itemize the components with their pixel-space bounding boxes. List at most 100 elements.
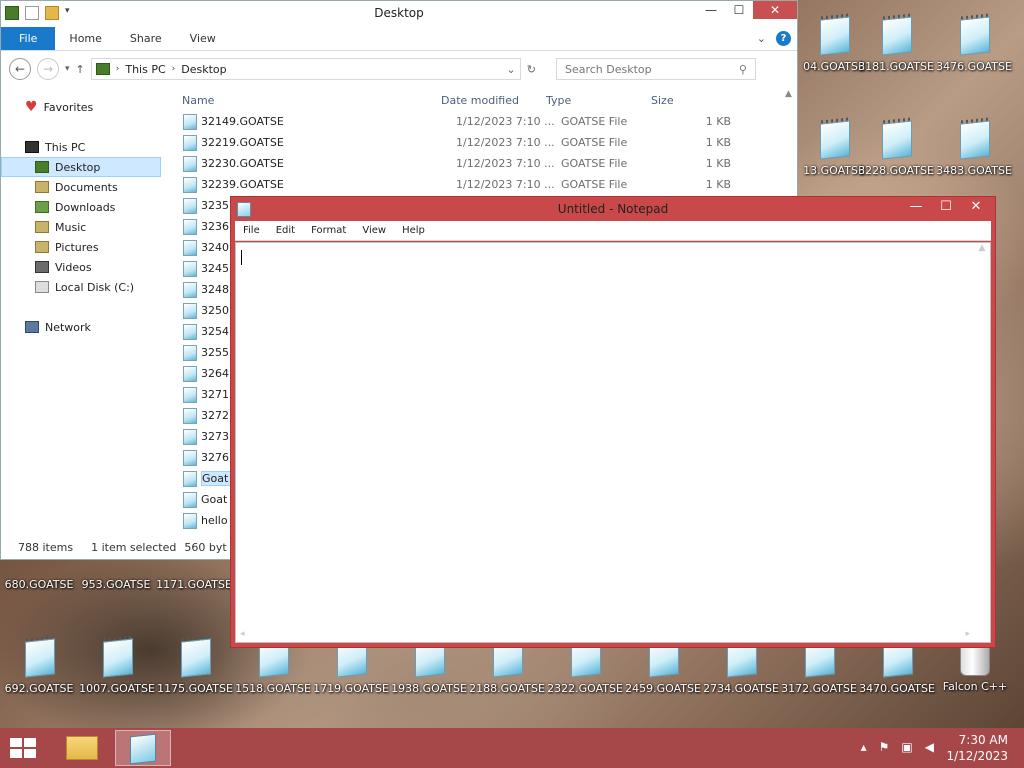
desktop-icon[interactable]: 3181.GOATSE [857, 8, 935, 86]
desktop-icon[interactable]: 3483.GOATSE [935, 112, 1013, 190]
up-arrow-icon[interactable]: ↑ [76, 63, 85, 76]
show-hidden-icons-icon[interactable]: ▴ [861, 740, 867, 754]
nav-local-disk[interactable]: Local Disk (C:) [1, 277, 171, 297]
breadcrumb-this-pc[interactable]: This PC [125, 63, 165, 76]
scroll-up-icon[interactable]: ▲ [974, 243, 990, 253]
clock[interactable]: 7:30 AM 1/12/2023 [946, 732, 1008, 764]
refresh-icon[interactable]: ↻ [527, 63, 536, 76]
column-date-modified[interactable]: Date modified [438, 94, 543, 107]
notepad-close-button[interactable]: ✕ [961, 199, 991, 214]
tab-view[interactable]: View [176, 27, 230, 50]
scroll-up-icon[interactable]: ▲ [785, 89, 792, 99]
volume-icon[interactable]: ◀ [925, 740, 934, 754]
notepad-horizontal-scrollbar[interactable]: ◂ ▸ [236, 626, 974, 642]
nav-this-pc[interactable]: This PC [1, 137, 171, 157]
nav-documents[interactable]: Documents [1, 177, 171, 197]
desktop-icon-label: 1175.GOATSE [157, 682, 233, 695]
taskbar-file-explorer[interactable] [54, 730, 110, 766]
start-button[interactable] [10, 738, 40, 760]
column-name[interactable]: Name [179, 94, 438, 107]
file-size: 1 KB [705, 178, 731, 191]
nav-pictures[interactable]: Pictures [1, 237, 171, 257]
file-row[interactable]: 32149.GOATSE 1/12/2023 7:10 ... GOATSE Fil… [179, 111, 797, 132]
notepad-titlebar[interactable]: Untitled - Notepad — ☐ ✕ [231, 197, 995, 221]
file-icon [183, 260, 197, 277]
desktop-icon[interactable]: 692.GOATSE [0, 630, 78, 708]
desktop-icon-label: 1938.GOATSE [391, 682, 467, 695]
menu-file[interactable]: File [235, 225, 268, 236]
scroll-left-icon[interactable]: ◂ [240, 629, 245, 639]
notepad-file-icon [954, 12, 994, 56]
tab-home[interactable]: Home [55, 27, 115, 50]
file-row[interactable]: 32239.GOATSE 1/12/2023 7:10 ... GOATSE Fil… [179, 174, 797, 195]
desktop-icon[interactable]: 3476.GOATSE [935, 8, 1013, 86]
menu-view[interactable]: View [354, 225, 394, 236]
column-type[interactable]: Type [543, 94, 648, 107]
minimize-button[interactable]: — [697, 1, 725, 19]
file-row[interactable]: 32230.GOATSE 1/12/2023 7:10 ... GOATSE Fil… [179, 153, 797, 174]
menu-edit[interactable]: Edit [268, 225, 303, 236]
notepad-window[interactable]: Untitled - Notepad — ☐ ✕ File Edit Forma… [230, 196, 996, 648]
desktop-icon-label: 1719.GOATSE [313, 682, 389, 695]
file-icon [183, 113, 197, 130]
videos-folder-icon [35, 261, 49, 273]
desktop-icon[interactable]: 3228.GOATSE [857, 112, 935, 190]
notepad-vertical-scrollbar[interactable]: ▲ [974, 243, 990, 626]
nav-downloads[interactable]: Downloads [1, 197, 171, 217]
maximize-button[interactable]: ☐ [725, 1, 753, 19]
explorer-titlebar[interactable]: ▾ Desktop — ☐ ✕ [1, 1, 797, 27]
tab-file[interactable]: File [1, 27, 56, 50]
desktop-icon-label: Falcon C++ [942, 680, 1008, 693]
address-bar[interactable]: › This PC › Desktop ⌄ [90, 58, 521, 80]
close-button[interactable]: ✕ [753, 1, 797, 19]
ribbon-tabs: File Home Share View ⌄ ? [1, 27, 797, 51]
notepad-text-area[interactable]: ▲ ◂ ▸ [235, 242, 991, 643]
nav-desktop[interactable]: Desktop [1, 157, 161, 177]
desktop-icon[interactable]: 1007.GOATSE [78, 630, 156, 708]
expand-ribbon-icon[interactable]: ⌄ [757, 32, 766, 45]
notepad-minimize-button[interactable]: — [901, 199, 931, 214]
nav-label: Desktop [55, 160, 101, 174]
desktop-icon[interactable]: 1175.GOATSE [156, 630, 234, 708]
nav-label: Documents [55, 180, 118, 194]
help-icon[interactable]: ? [776, 31, 791, 46]
computer-icon [25, 141, 39, 153]
tab-share[interactable]: Share [116, 27, 176, 50]
file-row[interactable]: 32219.GOATSE 1/12/2023 7:10 ... GOATSE Fil… [179, 132, 797, 153]
desktop-icon-label: 13.GOATSE [803, 164, 865, 177]
forward-button[interactable]: → [37, 58, 59, 80]
back-button[interactable]: ← [9, 58, 31, 80]
notepad-title: Untitled - Notepad [557, 202, 669, 216]
heart-icon: ♥ [25, 99, 38, 115]
file-icon [183, 302, 197, 319]
scroll-right-icon[interactable]: ▸ [965, 629, 970, 639]
nav-music[interactable]: Music [1, 217, 171, 237]
file-icon [183, 323, 197, 340]
menu-help[interactable]: Help [394, 225, 433, 236]
action-center-flag-icon[interactable]: ⚑ [879, 740, 890, 754]
file-icon [183, 344, 197, 361]
menu-format[interactable]: Format [303, 225, 354, 236]
address-row: ← → ▾ ↑ › This PC › Desktop ⌄ ↻ Search D… [1, 51, 797, 87]
column-size[interactable]: Size [648, 94, 718, 107]
network-icon[interactable]: ▣ [901, 740, 912, 754]
breadcrumb-desktop[interactable]: Desktop [181, 63, 226, 76]
nav-favorites[interactable]: ♥ Favorites [1, 97, 171, 117]
window-title: Desktop [374, 6, 424, 20]
desktop-icon-label: 2188.GOATSE [469, 682, 545, 695]
file-date: 1/12/2023 7:10 ... [456, 157, 555, 170]
notepad-file-icon [876, 12, 916, 56]
search-input[interactable]: Search Desktop ⚲ [555, 58, 756, 80]
address-dropdown-icon[interactable]: ⌄ [507, 63, 516, 76]
nav-videos[interactable]: Videos [1, 257, 171, 277]
nav-label: Local Disk (C:) [55, 280, 135, 294]
recent-locations-icon[interactable]: ▾ [65, 64, 70, 74]
breadcrumb-separator-icon: › [115, 64, 120, 74]
nav-network[interactable]: Network [1, 317, 171, 337]
notepad-maximize-button[interactable]: ☐ [931, 199, 961, 214]
documents-folder-icon [35, 181, 49, 193]
windows-logo-icon [10, 738, 22, 747]
nav-label: Music [55, 220, 87, 234]
taskbar-notepad[interactable] [115, 730, 171, 766]
notepad-icon [130, 733, 156, 765]
